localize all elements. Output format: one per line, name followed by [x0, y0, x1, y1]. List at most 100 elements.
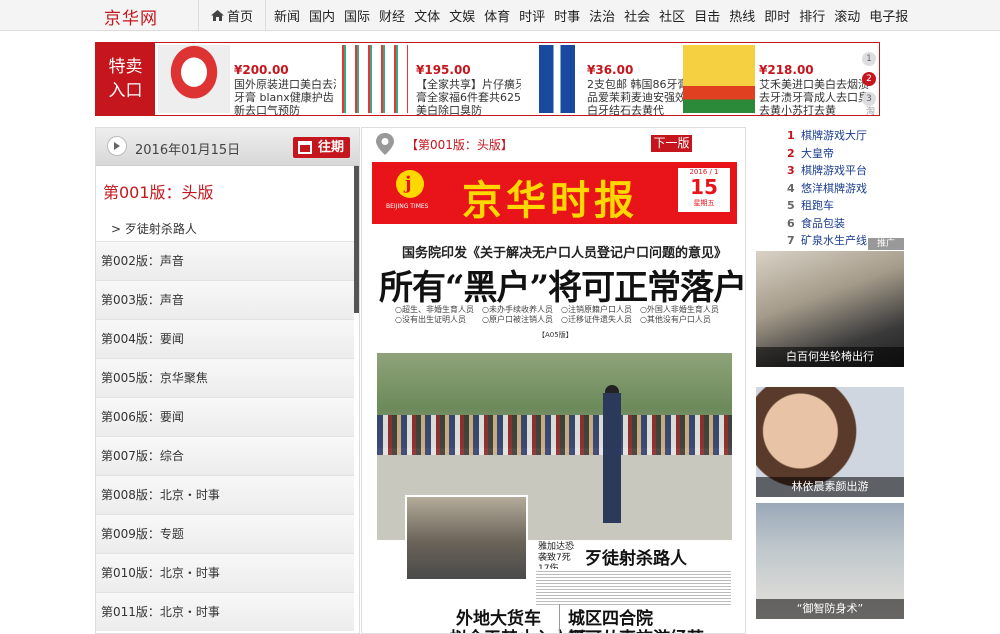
ranking-item[interactable]: 4 悠洋棋牌游戏 — [787, 180, 907, 198]
edition-scrollbar[interactable] — [354, 166, 359, 313]
location-pin-icon — [376, 133, 394, 155]
promo-card-1[interactable]: 白百何坐轮椅出行 — [756, 251, 904, 367]
ad-desc[interactable]: 艾禾美进口美白去烟渍去牙渍牙膏成人去口臭去黄小苏打去黄 — [759, 78, 877, 117]
nav-item-commentary[interactable]: 时评 — [519, 6, 545, 25]
edition-item-011[interactable]: 第011版：北京・时事 — [96, 592, 354, 631]
edition-item-010[interactable]: 第010版：北京・时事 — [96, 553, 354, 592]
current-article-link[interactable]: > 歹徒射杀路人 — [111, 220, 197, 237]
nav-item-sports[interactable]: 体育 — [484, 6, 510, 25]
edition-item-004[interactable]: 第004版：要闻 — [96, 319, 354, 358]
home-icon — [210, 10, 224, 21]
masthead-date-box: 2016 / 1 15 星期五 — [678, 168, 730, 212]
front-page-image[interactable]: j BEIJING TIMES 京华时报 2016 / 1 15 星期五 国务院… — [372, 162, 745, 633]
edition-item-005[interactable]: 第005版：京华聚焦 — [96, 358, 354, 397]
rank-link[interactable]: 食品包装 — [801, 217, 845, 230]
nav-item-law[interactable]: 法治 — [589, 6, 615, 25]
nav-item-rolling[interactable]: 滚动 — [834, 6, 860, 25]
bullet-row-2: ○没有出生证明人员 ○原户口被注销人员 ○迁移证件遗失人员 ○其他没有户口人员 — [395, 315, 711, 324]
bullet-row-1: ○超生、非婚生育人员 ○未办手续收养人员 ○注销原籍户口人员 ○外国人非婚生育人… — [395, 305, 719, 314]
edition-item-006[interactable]: 第006版：要闻 — [96, 397, 354, 436]
ranking-item[interactable]: 1 棋牌游戏大厅 — [787, 127, 907, 145]
sale-ad-strip: 特卖 入口 ¥200.00 国外原装进口美白去渍牙膏 blanx健康护齿 清新去… — [95, 42, 880, 117]
rank-number: 4 — [787, 181, 795, 195]
masthead-date-day: 15 — [690, 175, 718, 199]
masthead-title: 京华时报 — [462, 177, 638, 224]
ad-image-toothpaste-4[interactable] — [683, 45, 755, 113]
masthead-english: BEIJING TIMES — [386, 203, 429, 210]
promo-tag: 推广 — [868, 238, 904, 250]
nav-home-button[interactable]: 首页 — [198, 0, 266, 31]
nav-item-society[interactable]: 社会 — [624, 6, 650, 25]
ad-item-2[interactable]: ¥195.00 【全家共享】片仔癀牙膏全家福6件套共625g美白除口臭防 — [336, 43, 528, 117]
bottom-headline-2b: 拟可从事旅游经营 — [568, 624, 704, 633]
ad-image-toothpaste-1[interactable] — [158, 45, 230, 113]
nav-home-label: 首页 — [226, 10, 253, 25]
edition-item-002[interactable]: 第002版：声音 — [96, 241, 354, 280]
badge-letter: j — [405, 173, 412, 194]
ad-item-1[interactable]: ¥200.00 国外原装进口美白去渍牙膏 blanx健康护齿 清新去口气预防 — [158, 43, 348, 117]
nav-item-news[interactable]: 新闻 — [274, 6, 300, 25]
ranking-item[interactable]: 6 食品包装 — [787, 215, 907, 233]
rank-number: 1 — [787, 129, 795, 142]
nav-item-epaper[interactable]: 电子报 — [869, 6, 908, 25]
edition-item-007[interactable]: 第007版：综合 — [96, 436, 354, 475]
nav-item-instant[interactable]: 即时 — [764, 6, 790, 25]
ad-image-toothpaste-3[interactable] — [521, 45, 593, 113]
newspaper-masthead: j BEIJING TIMES 京华时报 2016 / 1 15 星期五 — [372, 162, 737, 224]
ranking-list: 1 棋牌游戏大厅 2 大皇帝 3 棋牌游戏平台 4 悠洋棋牌游戏 5 租跑车 6 食品包装 … — [787, 127, 907, 250]
edition-panel-header: 2016年01月15日 往期 — [96, 128, 359, 166]
taobao-label: 淘 — [866, 107, 876, 117]
ad-price: ¥36.00 — [587, 63, 634, 77]
ad-price: ¥218.00 — [759, 63, 814, 77]
past-issues-button[interactable]: 往期 — [293, 137, 350, 158]
ad-desc[interactable]: 国外原装进口美白去渍牙膏 blanx健康护齿 清新去口气预防 — [234, 78, 352, 117]
edition-label: 【第001版：头版】 — [406, 138, 513, 152]
sale-label-line1: 特卖 — [108, 57, 143, 77]
ad-pager: 1 2 3 — [862, 52, 878, 112]
promo-card-2[interactable]: 林依晨素颜出游 — [756, 387, 904, 497]
rank-link[interactable]: 棋牌游戏大厅 — [801, 129, 867, 142]
nav-item-domestic[interactable]: 国内 — [309, 6, 335, 25]
photo-crowd — [377, 415, 732, 455]
nav-item-ranking[interactable]: 排行 — [799, 6, 825, 25]
nav-item-current-affairs[interactable]: 时事 — [554, 6, 580, 25]
edition-item-003[interactable]: 第003版：声音 — [96, 280, 354, 319]
nav-item-witness[interactable]: 目击 — [694, 6, 720, 25]
ranking-item[interactable]: 3 棋牌游戏平台 — [787, 162, 907, 180]
ad-image-toothpaste-2[interactable] — [336, 45, 408, 113]
ad-pager-2[interactable]: 2 — [862, 72, 876, 86]
ad-desc[interactable]: 【全家共享】片仔癀牙膏全家福6件套共625g美白除口臭防 — [416, 78, 534, 117]
ad-pager-1[interactable]: 1 — [862, 52, 876, 66]
past-issues-label: 往期 — [318, 140, 345, 155]
edition-item-008[interactable]: 第008版：北京・时事 — [96, 475, 354, 514]
nav-item-hotline[interactable]: 热线 — [729, 6, 755, 25]
nav-item-community[interactable]: 社区 — [659, 6, 685, 25]
ranking-item[interactable]: 5 租跑车 — [787, 197, 907, 215]
nav-item-culture-sports[interactable]: 文体 — [414, 6, 440, 25]
nav-item-international[interactable]: 国际 — [344, 6, 370, 25]
rank-number: 6 — [787, 216, 795, 230]
rank-link[interactable]: 租跑车 — [801, 199, 834, 212]
promo-caption: 白百何坐轮椅出行 — [756, 347, 904, 367]
nav-item-entertainment[interactable]: 文娱 — [449, 6, 475, 25]
current-edition-title[interactable]: 第001版：头版 — [103, 179, 214, 203]
rank-link[interactable]: 悠洋棋牌游戏 — [801, 182, 867, 195]
ad-price: ¥200.00 — [234, 63, 289, 77]
ad-item-4[interactable]: ¥218.00 艾禾美进口美白去烟渍去牙渍牙膏成人去口臭去黄小苏打去黄 — [683, 43, 873, 117]
inset-photo — [405, 495, 528, 581]
rank-link[interactable]: 矿泉水生产线 — [801, 234, 867, 247]
site-logo[interactable]: 京华网 — [104, 4, 158, 29]
rank-link[interactable]: 大皇帝 — [801, 147, 834, 160]
nav-item-finance[interactable]: 财经 — [379, 6, 405, 25]
main-headline: 所有“黑户”将可正常落户 — [379, 268, 746, 308]
promo-card-3[interactable]: “御智防身术” — [756, 503, 904, 619]
ranking-item[interactable]: 2 大皇帝 — [787, 145, 907, 163]
rank-link[interactable]: 棋牌游戏平台 — [801, 164, 867, 177]
rank-number: 5 — [787, 199, 795, 212]
next-edition-button[interactable]: 下一版 — [651, 135, 692, 152]
sale-entry-label[interactable]: 特卖 入口 — [96, 43, 155, 115]
sub-headline: 国务院印发《关于解决无户口人员登记户口问题的意见》 — [402, 246, 728, 261]
edition-item-009[interactable]: 第009版：专题 — [96, 514, 354, 553]
date-arrow-right-icon[interactable] — [107, 136, 127, 156]
rank-number: 3 — [787, 164, 795, 177]
